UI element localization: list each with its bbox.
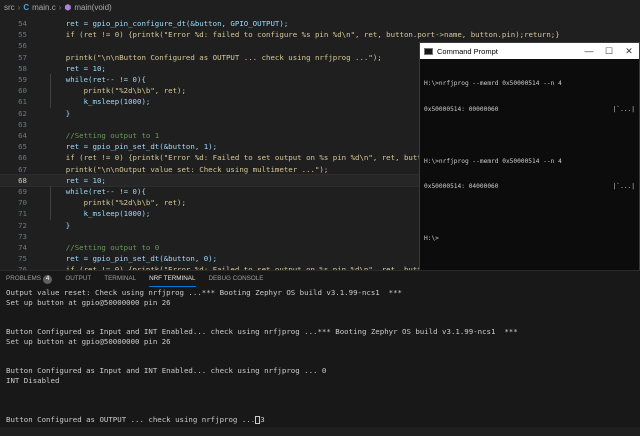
problems-count-badge: 4 (43, 275, 53, 284)
c-file-icon: C (23, 2, 30, 12)
cmd-line: 0x50000514: 04000060 (424, 183, 499, 191)
line-number: 72 (18, 220, 27, 230)
tab-output[interactable]: OUTPUT (65, 271, 91, 287)
breadcrumb-file[interactable]: main.c (32, 3, 56, 12)
chevron-right-icon: › (17, 2, 21, 12)
indent-guide (50, 74, 51, 108)
code-line[interactable]: 54 ret = gpio_pin_configure_dt(&button, … (0, 18, 640, 29)
function-icon: ⬢ (64, 2, 72, 12)
tab-debug-console[interactable]: DEBUG CONSOLE (209, 271, 264, 287)
code-text: k_msleep(1000); (48, 209, 151, 219)
breadcrumb-folder[interactable]: src (4, 3, 15, 12)
line-number: 57 (18, 52, 27, 62)
terminal-line: Button Configured as Input and INT Enabl… (6, 327, 518, 337)
breadcrumb-symbol[interactable]: main(void) (74, 3, 111, 12)
line-number: 63 (18, 119, 27, 129)
line-number: 68 (18, 175, 27, 185)
terminal-line: Set up button at gpio@50000000 pin 26 (6, 297, 171, 307)
code-text: } (48, 108, 71, 118)
line-number: 75 (18, 254, 27, 264)
code-text: while(ret-- != 0){ (48, 187, 146, 196)
code-text: printk("%2d\b\b", ret); (48, 86, 186, 96)
tab-terminal[interactable]: TERMINAL (104, 271, 136, 287)
code-text: printk("%2d\b\b", ret); (48, 198, 186, 208)
code-text: ret = 10; (48, 175, 106, 185)
line-number: 55 (18, 30, 27, 40)
code-line[interactable]: 55 if (ret != 0) {printk("Error %d: fail… (0, 29, 640, 40)
line-number: 66 (18, 153, 27, 163)
terminal-line: Button Configured as OUTPUT ... check us… (6, 415, 265, 425)
line-number: 59 (18, 75, 27, 84)
cmd-titlebar[interactable]: Command Prompt — ☐ ✕ (420, 43, 639, 59)
terminal-line: Set up button at gpio@50000000 pin 26 (6, 336, 171, 346)
breadcrumb: src › C main.c › ⬢ main(void) (0, 0, 640, 14)
line-number: 58 (18, 63, 27, 73)
terminal-tail: 3 (260, 415, 265, 425)
cmd-line: H:\>nrfjprog --memrd 0x50000514 --n 4 (424, 157, 562, 165)
panel-tabs: PROBLEMS 4 OUTPUT TERMINAL NRF TERMINAL D… (0, 271, 640, 287)
line-number: 62 (18, 108, 27, 118)
code-text: //Setting output to 1 (48, 131, 160, 140)
line-number: 56 (18, 41, 27, 51)
line-number: 70 (18, 198, 27, 208)
indent-guide (50, 186, 51, 220)
cmd-line: 0x50000514: 00000060 (424, 105, 499, 113)
code-text: ret = gpio_pin_set_dt(&button, 1); (48, 142, 218, 152)
cmd-output[interactable]: H:\>nrfjprog --memrd 0x50000514 --n 4 0x… (420, 59, 639, 265)
code-text: if (ret != 0) {printk("Error %d: Failed … (48, 153, 462, 163)
line-number: 61 (18, 97, 27, 107)
terminal-output[interactable]: Output value reset: Check using nrfjprog… (0, 287, 640, 436)
close-icon[interactable]: ✕ (619, 46, 639, 57)
line-number: 74 (18, 243, 27, 252)
line-number: 71 (18, 209, 27, 219)
code-text: if (ret != 0) {printk("Error %d: failed … (48, 30, 560, 40)
cmd-line: H:\>nrfjprog --memrd 0x50000514 --n 4 (424, 80, 562, 88)
terminal-line: INT Disabled (6, 376, 60, 386)
cmd-ascii: |`...| (612, 183, 635, 191)
minimize-icon[interactable]: — (579, 46, 599, 56)
line-number: 64 (18, 131, 27, 140)
code-text: printk("\n\nOutput value set: Check usin… (48, 164, 329, 174)
console-icon (424, 47, 433, 55)
bottom-panel: PROBLEMS 4 OUTPUT TERMINAL NRF TERMINAL D… (0, 270, 640, 427)
terminal-line: Output value reset: Check using nrfjprog… (6, 288, 403, 297)
line-number: 54 (18, 19, 27, 28)
code-text: while(ret-- != 0){ (48, 75, 146, 84)
chevron-right-icon: › (58, 2, 62, 12)
code-text: k_msleep(1000); (48, 97, 151, 107)
line-number: 60 (18, 86, 27, 96)
code-text: ret = gpio_pin_set_dt(&button, 0); (48, 254, 218, 264)
terminal-line: Button Configured as Input and INT Enabl… (6, 366, 327, 376)
code-text: ret = 10; (48, 63, 106, 73)
line-number: 65 (18, 142, 27, 152)
cmd-prompt: H:\> (424, 234, 439, 242)
maximize-icon[interactable]: ☐ (599, 46, 619, 57)
line-number: 73 (18, 231, 27, 241)
tab-nrf-terminal[interactable]: NRF TERMINAL (149, 271, 196, 287)
code-text: printk("\n\nButton Configured as OUTPUT … (48, 52, 382, 62)
code-text: //Setting output to 0 (48, 243, 160, 252)
code-text: } (48, 220, 71, 230)
line-number: 67 (18, 164, 27, 174)
code-text: ret = gpio_pin_configure_dt(&button, GPI… (48, 19, 289, 28)
line-number: 69 (18, 187, 27, 196)
tab-problems[interactable]: PROBLEMS 4 (6, 271, 53, 287)
cmd-title: Command Prompt (437, 46, 498, 56)
cmd-ascii: |`...| (612, 105, 635, 113)
